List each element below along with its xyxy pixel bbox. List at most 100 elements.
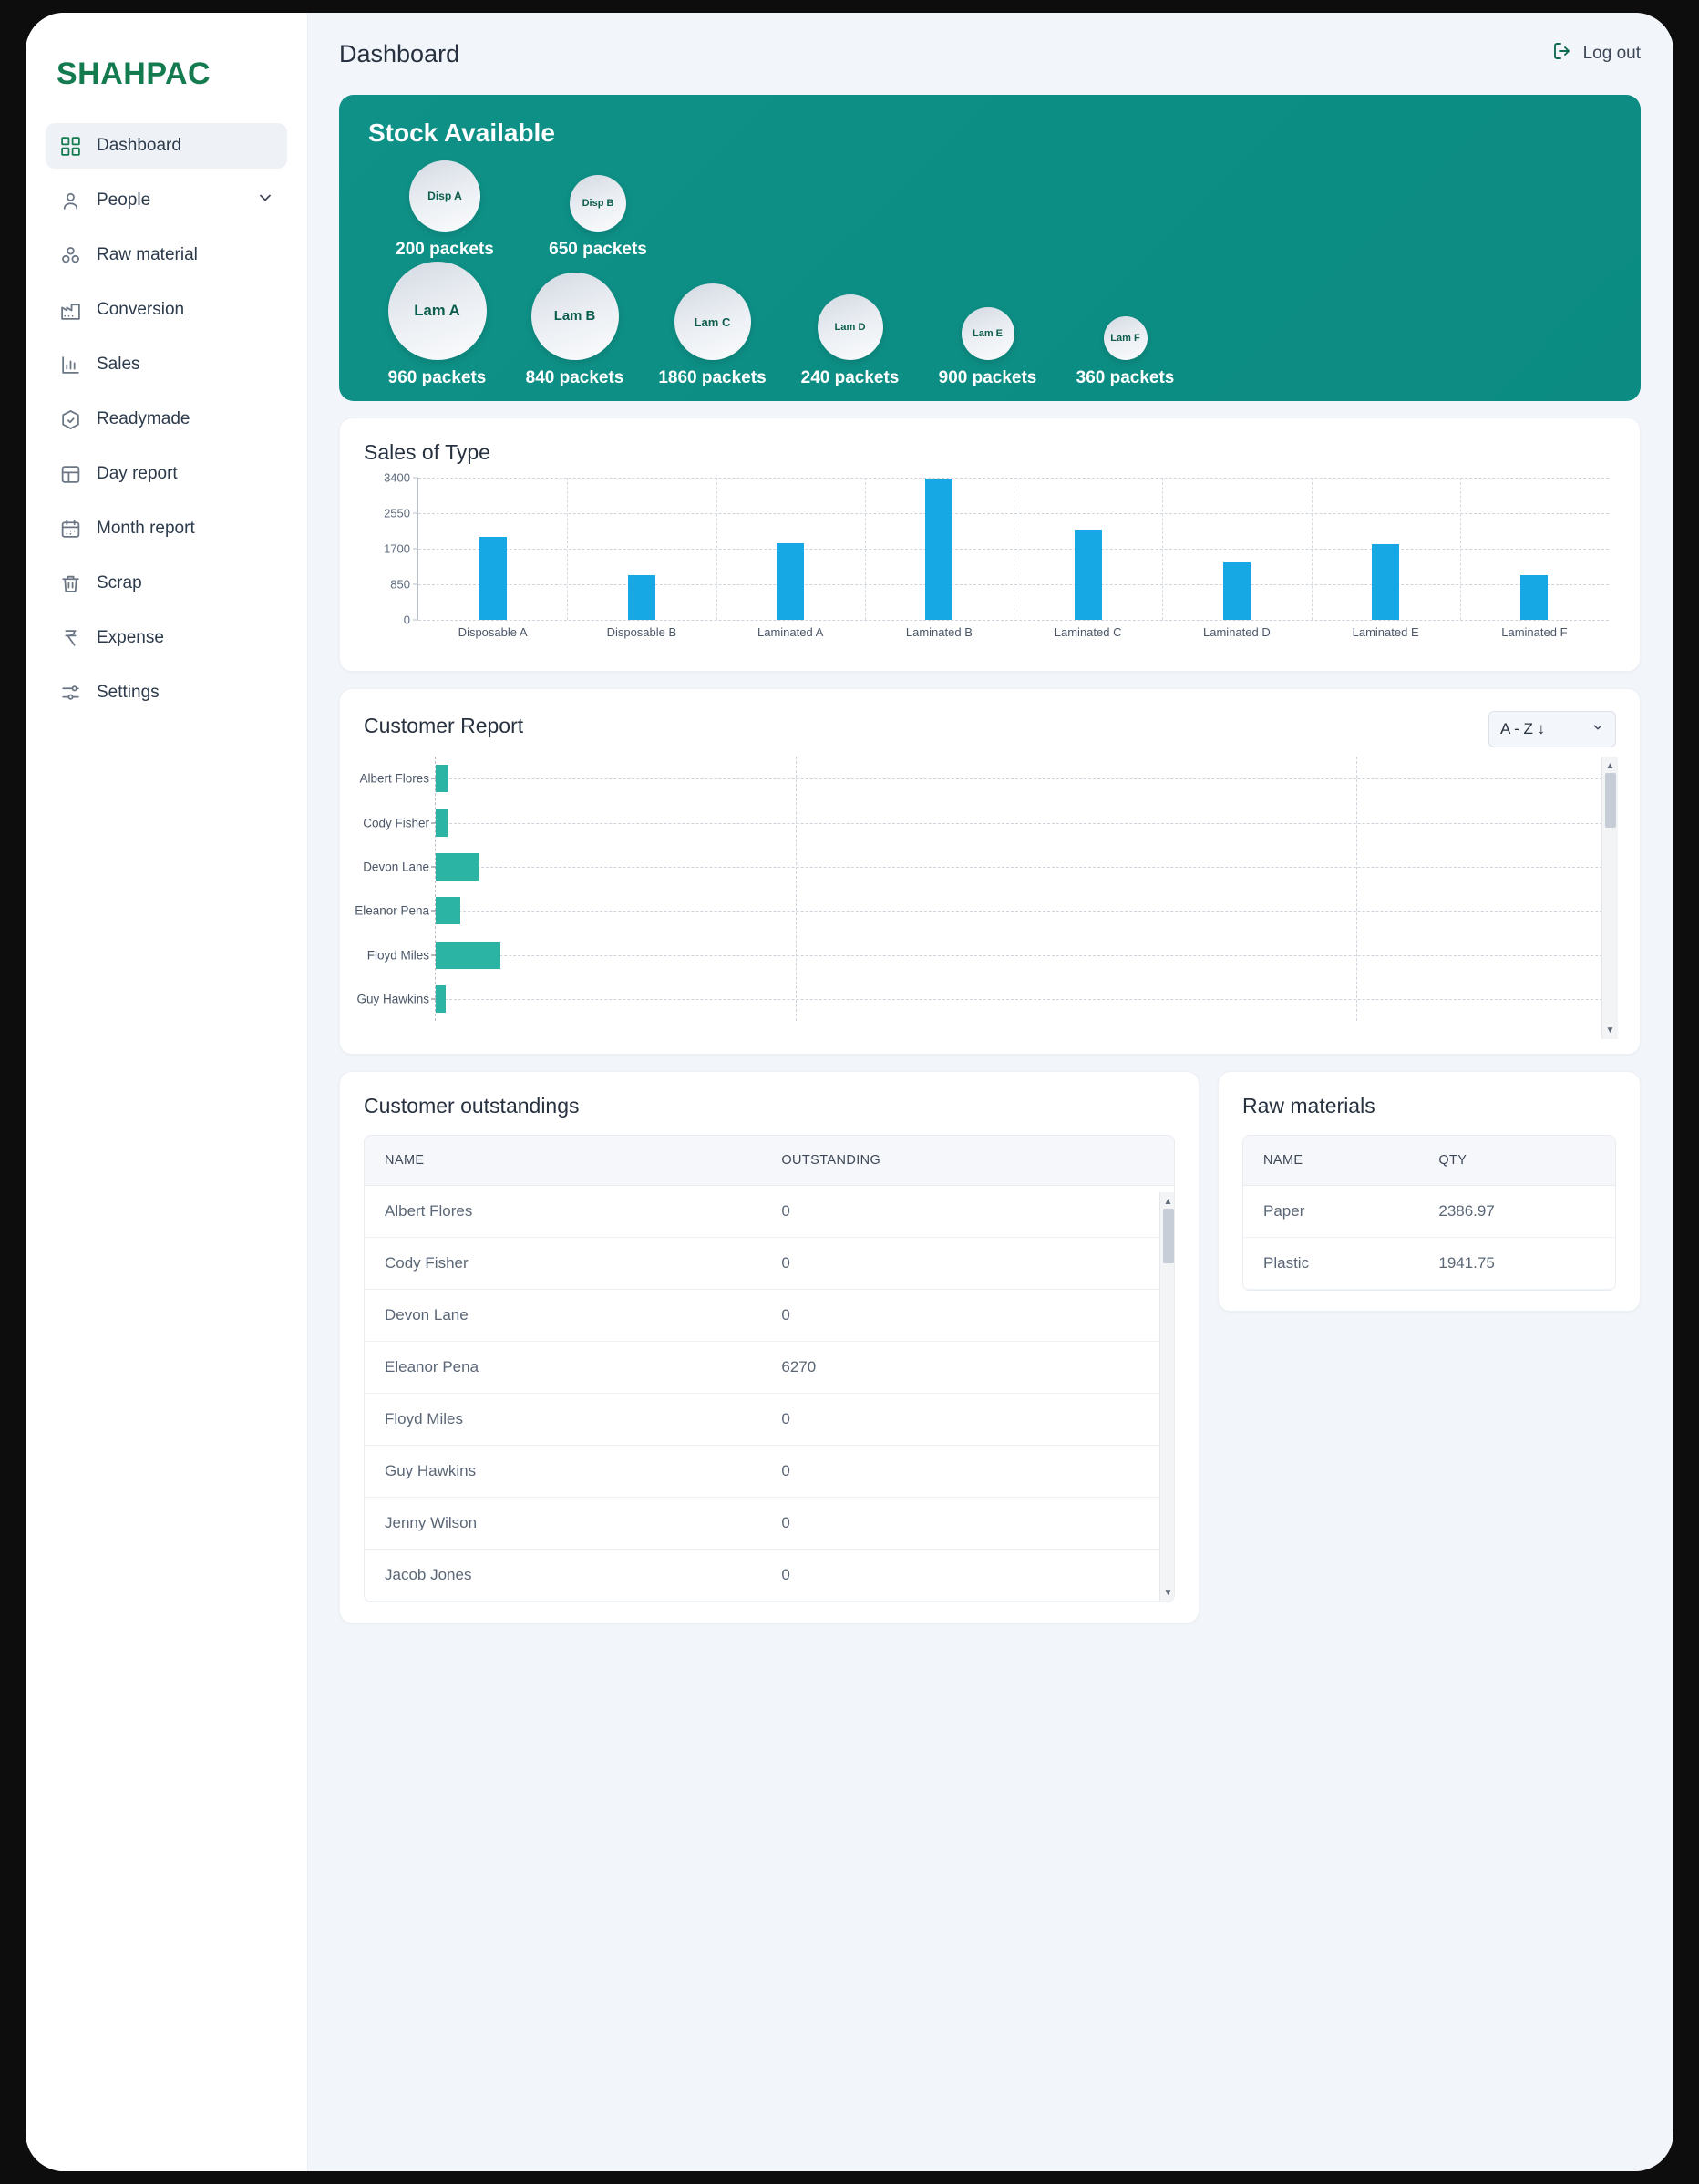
gridline (864, 478, 866, 620)
cell-name: Albert Flores (365, 1185, 762, 1238)
customer-outstandings-title: Customer outstandings (364, 1094, 580, 1118)
scroll-down-icon[interactable]: ▼ (1602, 1023, 1618, 1037)
sidebar-item-day-report[interactable]: Day report (46, 451, 287, 497)
table-body: Albert Flores 0 Cody Fisher 0 Devon Lane 0 Ele… (365, 1185, 1174, 1602)
bar[interactable] (627, 575, 655, 620)
stock-bubble[interactable]: Lam F (1103, 316, 1148, 360)
sidebar-item-label: Raw material (97, 245, 198, 264)
sidebar-item-conversion[interactable]: Conversion (46, 287, 287, 333)
main-area: Dashboard Log out Stock Available Disp A… (308, 13, 1673, 2171)
gridline (436, 778, 1616, 780)
sidebar-item-scrap[interactable]: Scrap (46, 561, 287, 606)
bar[interactable] (1520, 574, 1549, 620)
table-row[interactable]: Jenny Wilson 0 (365, 1497, 1174, 1550)
y-axis-tick-mark (431, 998, 436, 1000)
bar[interactable] (436, 941, 500, 969)
stock-bubble-cell: Lam E 900 packets (919, 307, 1056, 388)
bar[interactable] (1222, 561, 1251, 620)
table-row[interactable]: Plastic 1941.75 (1243, 1237, 1615, 1290)
cell-value: 0 (761, 1289, 1174, 1342)
cell-value: 2386.97 (1418, 1185, 1615, 1238)
logout-icon (1551, 40, 1573, 67)
bar[interactable] (436, 852, 479, 881)
sidebar-item-dashboard[interactable]: Dashboard (46, 123, 287, 169)
sort-order-select[interactable]: A - Z ↓ (1488, 711, 1616, 747)
table-row[interactable]: Devon Lane 0 (365, 1289, 1174, 1342)
cell-name: Jenny Wilson (365, 1497, 762, 1550)
sidebar-item-month-report[interactable]: Month report (46, 506, 287, 551)
logout-button[interactable]: Log out (1551, 40, 1641, 67)
bottom-panels: Customer outstandings NAME OUTSTANDING Al… (339, 1071, 1641, 1640)
sidebar-item-label: Settings (97, 683, 160, 702)
stock-bubble-cell: Disp B 650 packets (521, 175, 674, 260)
bar[interactable] (436, 897, 460, 925)
bar[interactable] (436, 765, 449, 793)
sidebar-item-raw-material[interactable]: Raw material (46, 232, 287, 278)
cell-name: Plastic (1243, 1237, 1419, 1290)
y-axis-tick-label: Floyd Miles (366, 948, 429, 962)
cell-value: 0 (761, 1185, 1174, 1238)
person-icon (58, 189, 82, 212)
x-axis-tick-label: Disposable A (458, 625, 528, 639)
scrollbar-thumb[interactable] (1163, 1209, 1174, 1263)
bar[interactable] (1372, 543, 1400, 620)
scroll-up-icon[interactable]: ▲ (1602, 758, 1618, 773)
boxes-icon (58, 243, 82, 267)
stock-bubble[interactable]: Lam A (387, 262, 487, 360)
bar-chart-icon (58, 353, 82, 376)
stock-bubble[interactable]: Lam C (674, 283, 751, 360)
table-row[interactable]: Eleanor Pena 6270 (365, 1341, 1174, 1394)
sidebar-item-readymade[interactable]: Readymade (46, 397, 287, 442)
x-axis-tick-label: Laminated A (757, 625, 824, 639)
table-row[interactable]: Guy Hawkins 0 (365, 1445, 1174, 1498)
stock-bubble[interactable]: Lam E (961, 307, 1014, 360)
stock-bubble-cell: Lam A 960 packets (368, 262, 506, 388)
table-row[interactable]: Cody Fisher 0 (365, 1237, 1174, 1290)
scroll-up-icon[interactable]: ▲ (1160, 1194, 1174, 1209)
cell-name: Guy Hawkins (365, 1445, 762, 1498)
rupee-icon (58, 626, 82, 650)
stock-bubble-label: Disp A (427, 190, 462, 202)
x-axis-tick-label: Disposable B (606, 625, 677, 639)
stock-bubble-value: 1860 packets (658, 368, 767, 387)
bar[interactable] (925, 478, 953, 620)
table-row[interactable]: Albert Flores 0 (365, 1185, 1174, 1238)
raw-materials-column: Raw materials NAME QTY Paper 2386.97 Plasti… (1218, 1071, 1641, 1640)
sidebar-item-people[interactable]: People (46, 178, 287, 223)
bar[interactable] (436, 984, 447, 1013)
sidebar-item-expense[interactable]: Expense (46, 615, 287, 661)
column-header: NAME (365, 1136, 762, 1186)
outstandings-scrollbar[interactable]: ▲ ▼ (1159, 1192, 1174, 1602)
scroll-down-icon[interactable]: ▼ (1160, 1585, 1174, 1600)
sidebar-item-sales[interactable]: Sales (46, 342, 287, 387)
chevron-down-icon[interactable] (256, 189, 274, 212)
stock-bubble[interactable]: Lam B (530, 273, 619, 360)
table-row[interactable]: Paper 2386.97 (1243, 1185, 1615, 1238)
brand-logo: SHAHPAC (57, 57, 211, 91)
gridline (436, 954, 1616, 956)
customer-report-scrollbar[interactable]: ▲ ▼ (1601, 757, 1618, 1039)
y-axis-tick-label: Guy Hawkins (356, 992, 429, 1006)
bar[interactable] (436, 809, 448, 837)
customer-report-title: Customer Report (364, 713, 524, 737)
stock-bubble[interactable]: Lam D (817, 294, 883, 360)
sidebar-item-settings[interactable]: Settings (46, 670, 287, 716)
gridline (1311, 478, 1313, 620)
bar[interactable] (1074, 530, 1102, 620)
x-axis-tick-label: Laminated E (1352, 625, 1419, 639)
stock-bubble[interactable]: Disp A (409, 160, 480, 232)
gridline (795, 757, 797, 1021)
sales-bar-plot: 0 850 1700 2550 3400 Disposable A Disposable B… (384, 471, 1609, 639)
sidebar-item-label: Dashboard (97, 136, 181, 155)
table-row[interactable]: Jacob Jones 0 (365, 1549, 1174, 1602)
scrollbar-thumb[interactable] (1605, 773, 1616, 828)
table-row[interactable]: Floyd Miles 0 (365, 1393, 1174, 1446)
stock-bubble-label: Lam B (553, 309, 596, 324)
stock-bubble[interactable]: Disp B (570, 175, 626, 232)
sidebar-item-label: Expense (97, 628, 164, 647)
bar[interactable] (479, 537, 507, 620)
bar[interactable] (777, 542, 805, 620)
y-axis-tick-mark (431, 822, 436, 823)
y-axis-tick-label: 2550 (384, 506, 410, 520)
y-axis-tick-label: 3400 (384, 470, 410, 485)
